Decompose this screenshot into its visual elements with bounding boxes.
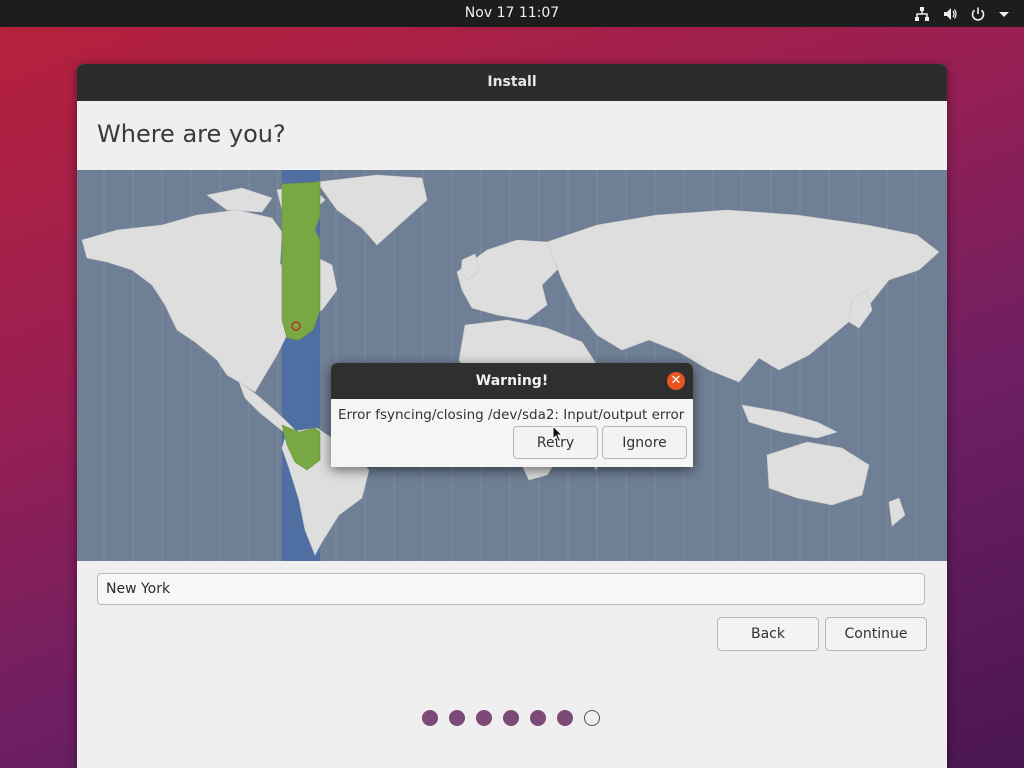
step-dot bbox=[422, 710, 438, 726]
network-icon[interactable] bbox=[914, 6, 930, 22]
step-dot bbox=[557, 710, 573, 726]
progress-steps bbox=[422, 710, 600, 726]
dialog-message: Error fsyncing/closing /dev/sda2: Input/… bbox=[338, 407, 685, 423]
step-dot-current bbox=[584, 710, 600, 726]
mouse-cursor-icon bbox=[552, 424, 564, 447]
window-title: Install bbox=[77, 64, 947, 101]
system-tray[interactable] bbox=[914, 0, 1010, 27]
page-title: Where are you? bbox=[97, 120, 286, 148]
step-dot bbox=[449, 710, 465, 726]
clock[interactable]: Nov 17 11:07 bbox=[0, 0, 1024, 27]
top-bar: Nov 17 11:07 bbox=[0, 0, 1024, 27]
step-dot bbox=[530, 710, 546, 726]
step-dot bbox=[503, 710, 519, 726]
dialog-title: Warning! bbox=[331, 363, 693, 399]
warning-dialog: Warning! ✕ Error fsyncing/closing /dev/s… bbox=[331, 363, 693, 467]
power-icon[interactable] bbox=[970, 6, 986, 22]
close-icon[interactable]: ✕ bbox=[667, 372, 685, 390]
chevron-down-icon[interactable] bbox=[998, 6, 1010, 22]
city-input[interactable] bbox=[97, 573, 925, 605]
back-button[interactable]: Back bbox=[717, 617, 819, 651]
continue-button[interactable]: Continue bbox=[825, 617, 927, 651]
ignore-button[interactable]: Ignore bbox=[602, 426, 687, 459]
volume-icon[interactable] bbox=[942, 6, 958, 22]
step-dot bbox=[476, 710, 492, 726]
